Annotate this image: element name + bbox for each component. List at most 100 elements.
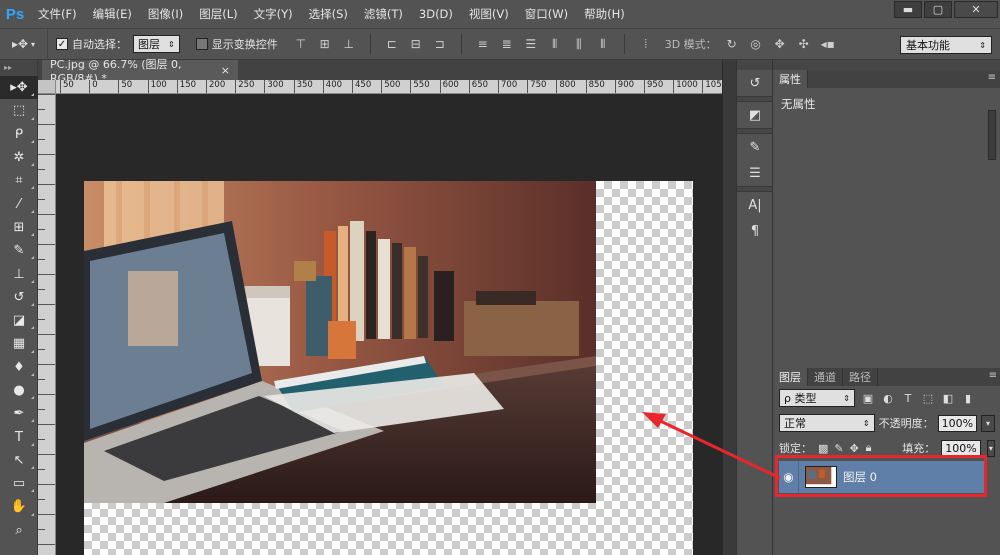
rectangle-tool-icon[interactable]: ▭ [0,472,38,495]
ruler-tick [38,109,45,110]
auto-align-icon[interactable]: ⦙ [637,35,655,53]
distribute-vcenter-icon[interactable]: ≣ [498,35,516,53]
menu-view[interactable]: 视图(V) [461,0,517,28]
auto-select-dropdown[interactable]: 图层 ⇕ [133,35,180,53]
lock-position-icon[interactable]: ✥ [850,441,859,455]
history-brush-icon[interactable]: ↺ [0,286,38,309]
distribute-bottom-icon[interactable]: ☰ [522,35,540,53]
blur-tool-icon[interactable]: ♦ [0,356,38,379]
history-panel-icon[interactable]: ↺ [737,70,773,96]
opacity-input[interactable]: 100% [937,414,978,432]
tab-layers[interactable]: 图层 [773,368,808,386]
menu-edit[interactable]: 编辑(E) [85,0,140,28]
auto-select-checkbox[interactable]: ✓ [56,38,68,50]
zoom-tool-icon[interactable]: ⌕ [0,519,38,542]
tab-channels[interactable]: 通道 [808,368,843,386]
distribute-right-icon[interactable]: ⦀ [594,35,612,53]
hand-tool-icon[interactable]: ✋ [0,495,38,518]
canvas-vertical-scrollbar[interactable] [722,60,736,555]
3d-rotate-icon[interactable]: ↻ [723,35,741,53]
document-tab[interactable]: PC.jpg @ 66.7% (图层 0, RGB/8#) * × [42,58,238,85]
character-panel-icon[interactable]: A| [737,192,773,218]
workspace-switcher[interactable]: 基本功能 ⇕ [900,36,992,54]
distribute-left-icon[interactable]: ⫴ [546,35,564,53]
filter-shape-icon[interactable]: ⬚ [921,391,935,405]
gradient-tool-icon[interactable]: ▦ [0,332,38,355]
panel-grip[interactable] [737,60,772,70]
healing-brush-icon[interactable]: ⊞ [0,216,38,239]
pen-tool-icon[interactable]: ✒ [0,402,38,425]
canvas-area[interactable] [56,94,722,555]
align-bottom-icon[interactable]: ⊥ [340,35,358,53]
brush-tool-icon[interactable]: ✎ [0,239,38,262]
filter-adjustment-icon[interactable]: ◐ [881,391,895,405]
horizontal-ruler[interactable]: 50 0 50 100 150 200 250 300 350 400 450 500 550 600 65… [56,80,722,94]
filter-smart-icon[interactable]: ◧ [941,391,955,405]
eyedropper-icon[interactable]: ⁄ [0,192,38,215]
fill-dropdown-button[interactable]: ▾ [986,439,995,457]
distribute-hcenter-icon[interactable]: ⫼ [570,35,588,53]
align-left-icon[interactable]: ⊏ [383,35,401,53]
close-button[interactable]: ✕ [954,1,998,18]
type-tool-icon[interactable]: T [0,425,38,448]
layer-filter-dropdown[interactable]: ρ 类型 ⇕ [779,389,855,407]
lasso-tool-icon[interactable]: ᑭ [0,123,38,146]
menu-file[interactable]: 文件(F) [30,0,85,28]
properties-scrollbar[interactable] [988,110,996,160]
clone-stamp-icon[interactable]: ⊥ [0,262,38,285]
filter-type-icon[interactable]: T [901,391,915,405]
fill-input[interactable]: 100% [941,439,981,457]
3d-pan-icon[interactable]: ✥ [771,35,789,53]
tool-preset-picker[interactable]: ▸✥ ▾ [0,28,48,60]
show-transform-checkbox[interactable] [195,38,208,50]
path-selection-icon[interactable]: ↖ [0,449,38,472]
document-canvas[interactable] [84,181,693,555]
filter-pixel-icon[interactable]: ▣ [861,391,875,405]
distribute-top-icon[interactable]: ≡ [474,35,492,53]
align-hcenter-icon[interactable]: ⊟ [407,35,425,53]
3d-slide-icon[interactable]: ✣ [795,35,813,53]
tab-properties[interactable]: 属性 [773,70,808,88]
lock-image-icon[interactable]: ✎ [834,441,843,455]
panel-grip[interactable]: ▸▸ [0,60,37,76]
panel-menu-icon[interactable]: ≡ [988,72,996,83]
menu-select[interactable]: 选择(S) [301,0,356,28]
paragraph-panel-icon[interactable]: ¶ [737,218,773,244]
menu-3d[interactable]: 3D(D) [411,0,461,28]
ruler-tick-label: 400 [322,80,342,93]
lock-transparent-icon[interactable]: ▩ [818,441,828,455]
menu-layer[interactable]: 图层(L) [191,0,245,28]
lock-all-icon[interactable]: 🔒︎ [865,441,872,455]
panel-menu-icon[interactable]: ≡ [989,370,997,381]
ruler-tick-label: 50 [118,80,132,93]
brush-presets-icon[interactable]: ☰ [737,160,773,186]
minimize-button[interactable]: ▬ [894,1,922,18]
magic-wand-icon[interactable]: ✲ [0,146,38,169]
maximize-button[interactable]: ▢ [924,1,952,18]
menu-window[interactable]: 窗口(W) [517,0,576,28]
3d-roll-icon[interactable]: ◎ [747,35,765,53]
align-vcenter-icon[interactable]: ⊞ [316,35,334,53]
menu-type[interactable]: 文字(Y) [246,0,301,28]
tab-close-icon[interactable]: × [221,64,230,77]
menu-help[interactable]: 帮助(H) [576,0,633,28]
tab-paths[interactable]: 路径 [843,368,878,386]
align-right-icon[interactable]: ⊐ [431,35,449,53]
adjustments-panel-icon[interactable]: ◩ [737,102,773,128]
marquee-tool-icon[interactable]: ⬚ [0,99,38,122]
brush-panel-icon[interactable]: ✎ [737,134,773,160]
blend-mode-dropdown[interactable]: 正常 ⇕ [779,414,875,432]
menu-filter[interactable]: 滤镜(T) [356,0,411,28]
eraser-icon[interactable]: ◪ [0,309,38,332]
move-tool-icon[interactable]: ▸✥ [0,76,38,100]
vertical-ruler[interactable] [38,80,56,555]
3d-camera-icon[interactable]: ◂▪ [819,35,837,53]
crop-tool-icon[interactable]: ⌗ [0,169,38,192]
panel-grip[interactable] [773,60,1000,70]
opacity-dropdown-button[interactable]: ▾ [981,414,995,432]
filter-toggle-icon[interactable]: ▮ [961,391,975,405]
dodge-tool-icon[interactable]: ● [0,379,38,402]
ruler-corner[interactable] [38,80,56,94]
align-top-icon[interactable]: ⊤ [292,35,310,53]
menu-image[interactable]: 图像(I) [140,0,191,28]
